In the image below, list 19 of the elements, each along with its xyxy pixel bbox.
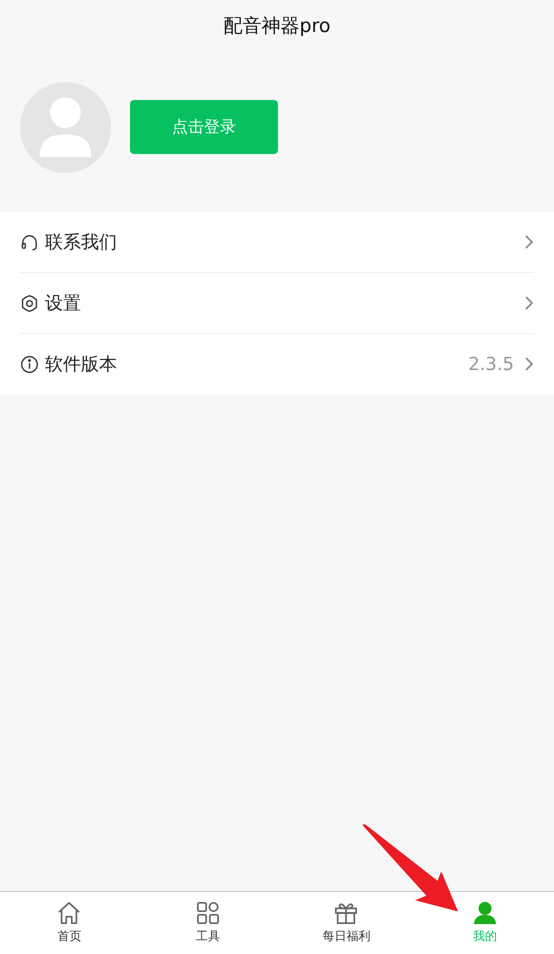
tab[interactable]: 首页 [0, 892, 138, 954]
menu-item-label[interactable]: 设置 [45, 291, 81, 315]
menu-item-label[interactable]: 联系我们 [45, 230, 117, 254]
app-title: 配音神器pro [223, 14, 331, 39]
chevron-right-icon [524, 356, 534, 372]
chevron-right-icon [524, 234, 534, 250]
grid-icon [196, 901, 220, 925]
version-value: 2.3.5 [468, 354, 514, 374]
info-icon [20, 354, 39, 374]
headset-icon [20, 232, 39, 252]
gift-icon [334, 901, 358, 925]
home-icon [57, 901, 82, 925]
tab[interactable]: 每日福利 [277, 892, 416, 954]
tab[interactable]: 工具 [138, 892, 277, 954]
menu-item-label[interactable]: 软件版本 [45, 352, 117, 376]
chevron-right-icon [524, 295, 534, 311]
avatar-icon [20, 82, 111, 172]
person-icon [472, 901, 497, 925]
gear-icon [20, 294, 39, 312]
